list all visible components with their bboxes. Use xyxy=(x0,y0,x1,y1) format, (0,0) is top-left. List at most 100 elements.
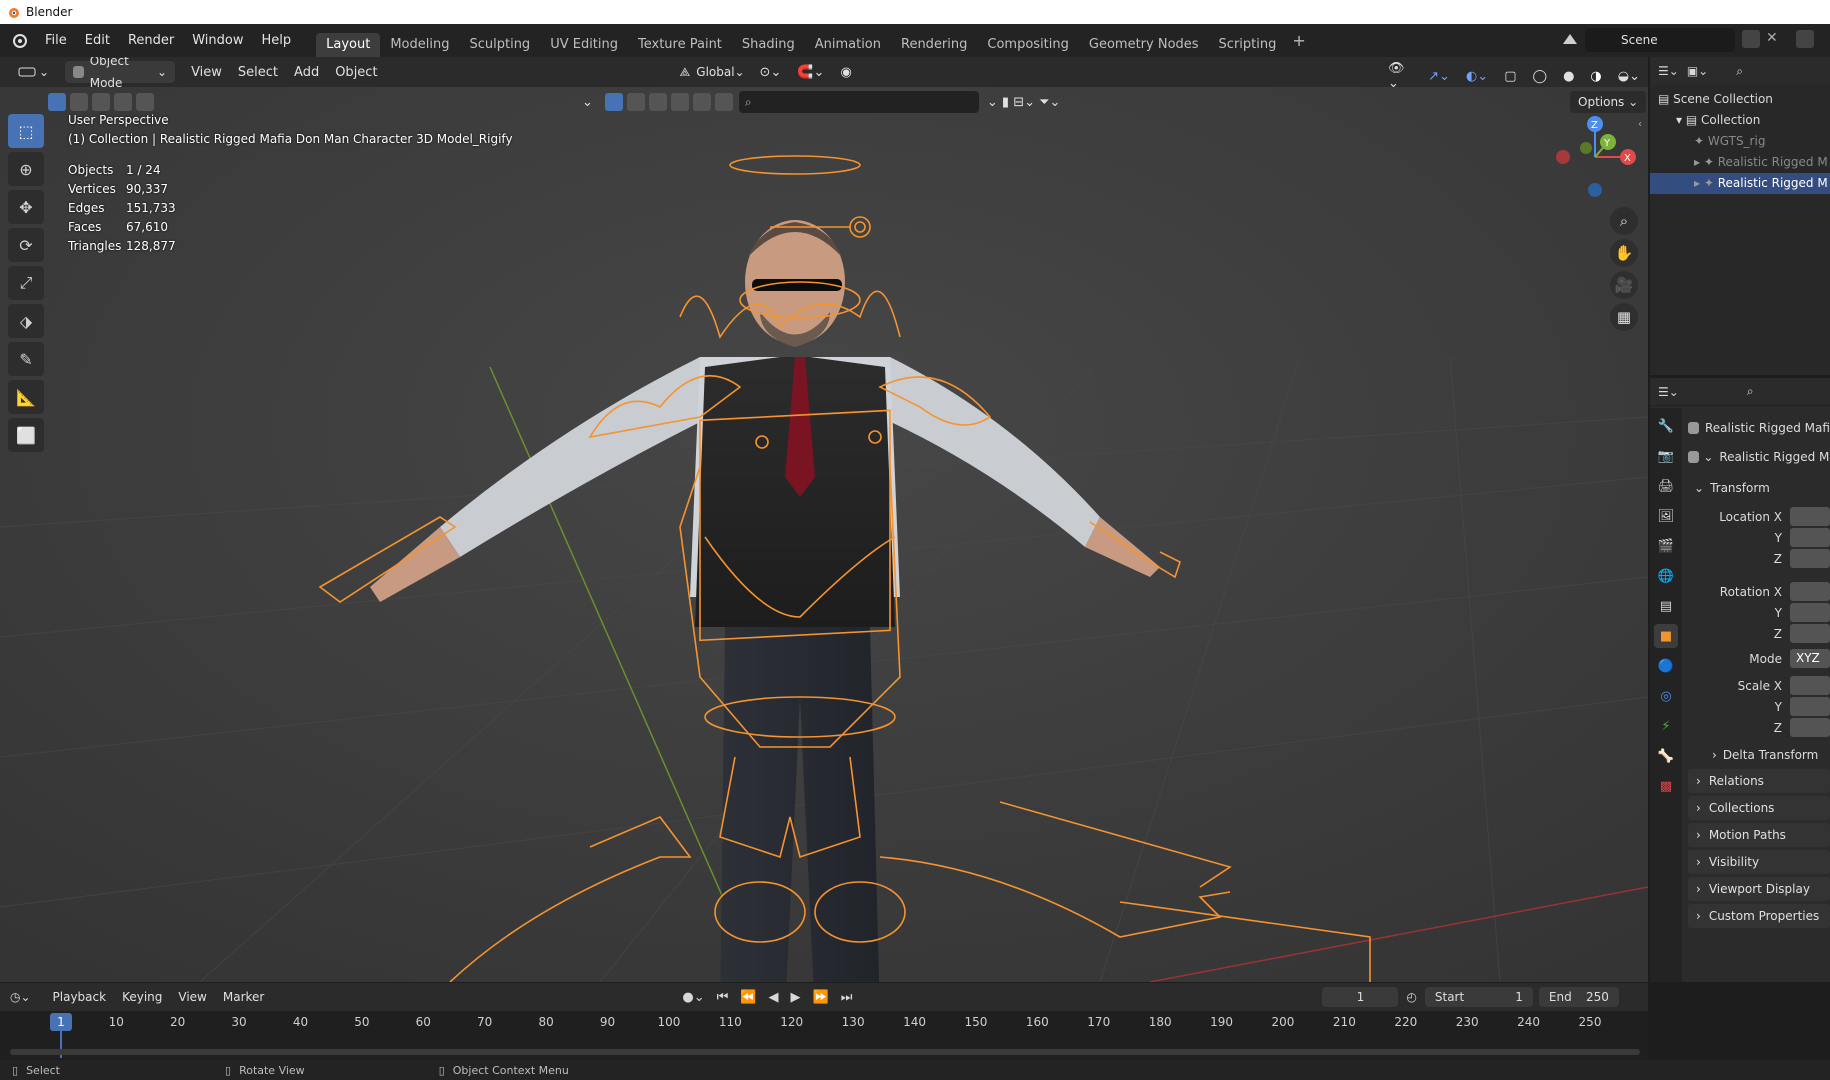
blender-menu-icon[interactable] xyxy=(6,31,36,51)
measure-tool[interactable]: 📐 xyxy=(8,380,44,414)
timeline-menu-view[interactable]: View xyxy=(170,990,214,1004)
viewport-menu-view[interactable]: View xyxy=(183,65,230,80)
orientation-selector[interactable]: ⟁ Global ⌄ xyxy=(672,61,752,83)
playhead-frame-label[interactable]: 1 xyxy=(50,1013,72,1031)
pan-hand-icon[interactable]: ✋ xyxy=(1610,239,1638,267)
camera-filter-icon[interactable] xyxy=(692,93,711,111)
collection-tab-icon[interactable]: ▤ xyxy=(1654,594,1678,618)
play-reverse-icon[interactable]: ◀ xyxy=(769,990,779,1005)
outliner-search-icon[interactable]: ⌕ xyxy=(1736,64,1743,79)
mode-selector[interactable]: Object Mode ⌄ xyxy=(65,57,176,90)
select-subtract-icon[interactable] xyxy=(92,93,110,111)
rendered-shading-icon[interactable]: ◒⌄ xyxy=(1610,69,1648,84)
physics-tab-icon[interactable]: ◎ xyxy=(1654,684,1678,708)
view-layer-icon[interactable] xyxy=(1796,30,1814,51)
viewport-menu-select[interactable]: Select xyxy=(230,65,286,80)
zoom-icon[interactable]: ⌕ xyxy=(1610,207,1638,235)
scale-field[interactable] xyxy=(1790,676,1830,695)
jump-start-icon[interactable]: ⏮ xyxy=(717,990,729,1005)
outliner-item[interactable]: ▤ Scene Collection xyxy=(1650,89,1830,110)
select-extend-icon[interactable] xyxy=(70,93,88,111)
select-intersect-icon[interactable] xyxy=(136,93,154,111)
menu-window[interactable]: Window xyxy=(183,24,252,57)
outliner-display-mode-icon[interactable]: ▣⌄ xyxy=(1687,64,1708,78)
scene-icon[interactable] xyxy=(1560,30,1580,50)
select-invert-icon[interactable] xyxy=(114,93,132,111)
rotation-field[interactable] xyxy=(1790,624,1830,643)
panel-relations[interactable]: › Relations xyxy=(1688,769,1830,793)
properties-editor-icon[interactable]: ☰⌄ xyxy=(1658,385,1679,399)
panel-collections[interactable]: › Collections xyxy=(1688,796,1830,820)
gizmo-neg-x[interactable] xyxy=(1556,150,1570,164)
view-layer-tab-icon[interactable]: 🖼 xyxy=(1654,504,1678,528)
transform-tool[interactable]: ⬗ xyxy=(8,304,44,338)
menu-render[interactable]: Render xyxy=(119,24,183,57)
proportional-edit-icon[interactable]: ◉ xyxy=(832,65,859,80)
timeline-track[interactable]: 1102030405060708090100110120130140150160… xyxy=(0,1011,1648,1060)
add-workspace-button[interactable]: + xyxy=(1292,31,1305,50)
pivot-icon[interactable]: ⊙⌄ xyxy=(752,65,790,80)
editor-type-button[interactable]: ⌄ xyxy=(10,61,57,83)
outliner-item[interactable]: ▾ ▤ Collection xyxy=(1650,110,1830,131)
data-block-row[interactable]: ⌄ Realistic Rigged Ma xyxy=(1688,442,1830,472)
tool-tab-icon[interactable]: 🔧 xyxy=(1654,414,1678,438)
mesh-filter-icon[interactable] xyxy=(626,93,645,111)
transform-panel-header[interactable]: ⌄ Transform xyxy=(1688,474,1830,502)
tab-uv-editing[interactable]: UV Editing xyxy=(540,33,628,57)
object-filter-icon[interactable] xyxy=(604,93,623,111)
object-tab-icon[interactable]: ■ xyxy=(1654,624,1678,648)
curve-filter-icon[interactable] xyxy=(648,93,667,111)
solid-shading-icon[interactable]: ● xyxy=(1555,69,1582,84)
tab-layout[interactable]: Layout xyxy=(316,32,381,57)
sidebar-toggle-icon[interactable]: ‹ xyxy=(1638,119,1642,130)
tab-compositing[interactable]: Compositing xyxy=(977,33,1079,57)
panel-motion-paths[interactable]: › Motion Paths xyxy=(1688,823,1830,847)
outliner-item[interactable]: ▸ ✦ Realistic Rigged M xyxy=(1650,152,1830,173)
timeline-menu-playback[interactable]: Playback xyxy=(45,990,115,1004)
timeline-menu-keying[interactable]: Keying xyxy=(114,990,170,1004)
scale-tool[interactable]: ⤢ xyxy=(8,266,44,300)
end-frame-field[interactable]: End 250 xyxy=(1538,987,1619,1007)
viewport-menu-add[interactable]: Add xyxy=(286,65,327,80)
viewport-menu-object[interactable]: Object xyxy=(327,65,385,80)
filter-options-icon[interactable]: ⌄ ▮ ⊟⌄ ⏷⌄ xyxy=(979,95,1069,110)
move-tool[interactable]: ✥ xyxy=(8,190,44,224)
tab-rendering[interactable]: Rendering xyxy=(891,33,977,57)
gizmo-neg-z[interactable] xyxy=(1588,183,1602,197)
scene-tab-icon[interactable]: 🎬 xyxy=(1654,534,1678,558)
outliner-item[interactable]: ▸ ✦ Realistic Rigged M xyxy=(1650,173,1830,194)
start-frame-field[interactable]: Start 1 xyxy=(1424,987,1533,1007)
rotation-field[interactable] xyxy=(1790,603,1830,622)
rotation-mode-field[interactable]: XYZ xyxy=(1790,649,1830,668)
preview-range-icon[interactable]: ◴ xyxy=(1406,990,1416,1004)
panel-visibility[interactable]: › Visibility xyxy=(1688,850,1830,874)
tab-scripting[interactable]: Scripting xyxy=(1209,33,1287,57)
tab-sculpting[interactable]: Sculpting xyxy=(459,33,540,57)
camera-view-icon[interactable]: 🎥 xyxy=(1610,271,1638,299)
ortho-grid-icon[interactable]: ▦ xyxy=(1610,303,1638,331)
panel-custom-properties[interactable]: › Custom Properties xyxy=(1688,904,1830,928)
new-scene-icon[interactable] xyxy=(1742,30,1760,51)
add-cube-tool[interactable]: ⬜ xyxy=(8,418,44,452)
menu-file[interactable]: File xyxy=(36,24,76,57)
next-keyframe-icon[interactable]: ⏩ xyxy=(813,990,829,1005)
3d-viewport[interactable]: ⌄ Object Mode ⌄ View Select Add Object ⟁ Gl… xyxy=(0,57,1648,982)
gizmo-toggle-icon[interactable]: ↗⌄ xyxy=(1420,69,1458,84)
xray-toggle-icon[interactable]: ▢ xyxy=(1496,69,1524,84)
annotate-tool[interactable]: ✎ xyxy=(8,342,44,376)
modifier-tab-icon[interactable]: 🔵 xyxy=(1654,654,1678,678)
menu-edit[interactable]: Edit xyxy=(76,24,119,57)
scale-field[interactable] xyxy=(1790,718,1830,737)
material-shading-icon[interactable]: ◑ xyxy=(1582,69,1609,84)
render-tab-icon[interactable]: 📷 xyxy=(1654,444,1678,468)
select-box-tool[interactable]: ⬚ xyxy=(8,114,44,148)
location-field[interactable] xyxy=(1790,549,1830,568)
object-data-tab-icon[interactable]: 🦴 xyxy=(1654,744,1678,768)
wireframe-shading-icon[interactable]: ◯ xyxy=(1525,69,1556,84)
tab-animation[interactable]: Animation xyxy=(805,33,891,57)
object-name-row[interactable]: Realistic Rigged Mafi... xyxy=(1688,414,1830,442)
jump-end-icon[interactable]: ⏭ xyxy=(841,990,853,1005)
delta-transform-header[interactable]: › Delta Transform xyxy=(1688,744,1830,765)
play-icon[interactable]: ▶ xyxy=(791,990,801,1005)
tab-shading[interactable]: Shading xyxy=(732,33,805,57)
